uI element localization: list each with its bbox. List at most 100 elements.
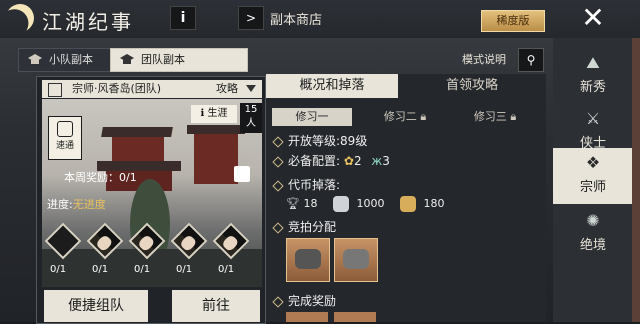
weekly-reward: 本周奖励：0/1	[64, 171, 137, 184]
difficulty-nav: ⛰︎ 新秀 ⚔︎ 侠士 ❖ 宗师 ✺ 绝境	[553, 38, 640, 322]
boss-slot[interactable]: 0/1	[212, 222, 250, 278]
completion-reward-row: 完成奖励	[272, 292, 337, 309]
boss-portrait-icon	[212, 222, 250, 260]
party-size-count: 15	[244, 104, 258, 115]
nav-item-master[interactable]: ❖ 宗师	[553, 148, 633, 204]
open-level-row: 开放等级:89级	[272, 132, 368, 149]
party-size-unit: 人	[246, 118, 256, 129]
boss-slot-count: 0/1	[50, 264, 67, 275]
dungeon-header: 宗师·风香岛(团队) 攻略	[42, 80, 262, 98]
subtab-practice-3[interactable]: 修习三 🔒︎	[458, 108, 532, 126]
nav-item-novice[interactable]: ⛰︎ 新秀	[553, 48, 633, 100]
diamond-bullet-icon	[272, 135, 284, 148]
open-level-value: 89级	[340, 134, 368, 148]
guide-link[interactable]: 攻略	[216, 80, 238, 98]
required-config-label: 必备配置:	[288, 154, 341, 168]
subtab-label: 修习三	[473, 110, 507, 123]
auction-row: 竞拍分配	[272, 218, 337, 235]
nav-item-extreme[interactable]: ✺ 绝境	[553, 206, 633, 258]
boss-portrait-icon	[86, 222, 124, 260]
career-button[interactable]: ℹ 生涯	[191, 105, 237, 123]
rarity-button[interactable]: 稀度版	[481, 10, 545, 32]
tab-group-label: 团队副本	[141, 53, 185, 66]
edge-decoration	[632, 38, 640, 322]
boss-slot-count: 0/1	[134, 264, 151, 275]
career-label: 生涯	[207, 108, 228, 119]
boss-portrait-icon	[170, 222, 208, 260]
graduation-cap-icon	[28, 54, 42, 64]
auction-label: 竞拍分配	[288, 220, 337, 234]
completion-item[interactable]	[286, 312, 328, 322]
mode-description-label[interactable]: 模式说明	[462, 51, 506, 67]
nav-item-label: 新秀	[579, 80, 606, 95]
token-drop-1: 18	[303, 197, 318, 210]
dungeon-name: 宗师·风香岛(团队)	[72, 82, 162, 95]
token-drop-3: 180	[423, 197, 445, 210]
tab-boss-guide[interactable]: 首领攻略	[398, 74, 546, 98]
tab-group[interactable]: 团队副本	[110, 48, 248, 72]
search-icon[interactable]: ⚲	[518, 48, 544, 72]
speedrun-label: 速通	[55, 141, 74, 151]
diamond-bullet-icon	[272, 221, 284, 234]
graduation-cap-icon	[120, 54, 134, 64]
flame-icon: ✺	[586, 211, 600, 230]
tab-small-team-label: 小队副本	[49, 53, 93, 66]
boss-slot-count: 0/1	[218, 264, 235, 275]
diamond-bullet-icon	[272, 179, 284, 192]
boss-slot[interactable]: 0/1	[128, 222, 166, 278]
auction-item[interactable]	[334, 238, 378, 282]
subtab-label: 修习二	[383, 110, 417, 123]
progress-label: 进度:	[47, 198, 73, 211]
required-config-count-2: 3	[382, 154, 390, 168]
boss-portrait-icon	[128, 222, 166, 260]
sword-icon: ⚔︎	[585, 109, 601, 128]
diamond-bullet-icon	[272, 155, 284, 168]
required-config-count-1: 2	[353, 154, 362, 168]
page-title: 江湖纪事	[42, 10, 134, 34]
reward-box-icon[interactable]	[234, 166, 250, 182]
go-button[interactable]: 前往	[172, 290, 260, 322]
completion-reward-label: 完成奖励	[288, 294, 337, 308]
nav-item-label: 宗师	[579, 180, 606, 195]
close-icon[interactable]: ✕	[570, 0, 616, 36]
subtab-practice-1[interactable]: 修习一	[272, 108, 352, 126]
tab-overview-drops[interactable]: 概况和掉落	[266, 74, 398, 98]
boss-slot-count: 0/1	[176, 264, 193, 275]
progress-value: 无进度	[72, 198, 106, 211]
boss-slot[interactable]: 0/1	[170, 222, 208, 278]
info-panel: 概况和掉落 首领攻略 修习一 修习二 🔒︎ 修习三 🔒︎ 开放等级:89级 必备…	[266, 74, 546, 322]
party-size-badge: 15 人	[240, 103, 262, 133]
boss-slot-count: 0/1	[92, 264, 109, 275]
flower-icon: ✿	[343, 154, 354, 168]
boss-portrait-icon	[44, 222, 82, 260]
dropdown-arrow-icon[interactable]	[246, 85, 256, 92]
token-drops-row: 代币掉落:	[272, 176, 341, 193]
shop-arrow-button[interactable]: >	[238, 6, 264, 30]
diamond-bullet-icon	[272, 295, 284, 308]
subtab-practice-2[interactable]: 修习二 🔒︎	[370, 108, 440, 126]
info-icon: ℹ	[200, 108, 205, 119]
ore-icon	[295, 249, 321, 269]
auction-item[interactable]	[286, 238, 330, 282]
silver-coin-icon	[332, 196, 349, 212]
butterfly-icon: ж	[371, 154, 383, 168]
token-drop-2: 1000	[356, 197, 385, 210]
trophy-icon: 🏆︎	[286, 197, 300, 210]
dungeon-selector-icon[interactable]	[48, 83, 62, 97]
crest-icon: ❖	[585, 153, 601, 172]
dungeon-shop-link[interactable]: 副本商店	[270, 9, 322, 28]
completion-item[interactable]	[334, 312, 376, 322]
boss-slot[interactable]: 0/1	[44, 222, 82, 278]
nav-item-label: 绝境	[579, 238, 606, 253]
info-button[interactable]: i	[170, 6, 196, 30]
lock-icon: 🔒︎	[420, 110, 427, 123]
boss-slot[interactable]: 0/1	[86, 222, 124, 278]
speedrun-seal: 速通	[48, 116, 82, 160]
mountain-icon: ⛰︎	[586, 53, 600, 72]
gold-coin-icon	[399, 196, 416, 212]
boss-slots: 0/1 0/1 0/1 0/1 0/1	[44, 222, 264, 280]
quick-team-button[interactable]: 便捷组队	[44, 290, 148, 322]
token-drops-label: 代币掉落:	[288, 178, 341, 192]
required-config-row: 必备配置: ✿2 ж3	[272, 152, 390, 169]
token-drops: 🏆︎ 18 1000 180	[286, 196, 444, 212]
